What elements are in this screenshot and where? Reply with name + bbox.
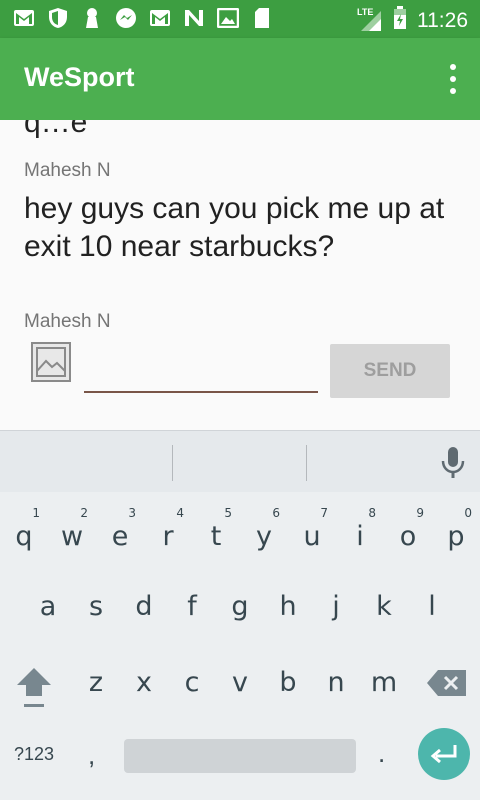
key-c[interactable]: c: [168, 658, 216, 708]
status-bar: LTE 11:26: [0, 0, 480, 38]
key-s[interactable]: s: [72, 582, 120, 632]
keyboard-suggestion-strip: [0, 430, 480, 494]
key-v[interactable]: v: [216, 658, 264, 708]
comma-key[interactable]: ,: [88, 740, 95, 771]
period-key[interactable]: .: [378, 738, 385, 769]
key-g[interactable]: g: [216, 582, 264, 632]
suggestion-divider: [172, 445, 173, 481]
n-app-icon: [182, 6, 206, 30]
key-p[interactable]: 0p: [432, 500, 480, 552]
key-d[interactable]: d: [120, 582, 168, 632]
key-r[interactable]: 4r: [144, 500, 192, 552]
key-i[interactable]: 8i: [336, 500, 384, 552]
key-a[interactable]: a: [24, 582, 72, 632]
message-text: hey guys can you pick me up at exit 10 n…: [24, 192, 445, 263]
key-j[interactable]: j: [312, 582, 360, 632]
key-q[interactable]: 1q: [0, 500, 48, 552]
lte-signal-icon: LTE: [357, 6, 383, 33]
key-o[interactable]: 9o: [384, 500, 432, 552]
attach-image-icon[interactable]: [30, 341, 72, 383]
overflow-menu-icon[interactable]: [448, 64, 458, 94]
key-y[interactable]: 6y: [240, 500, 288, 552]
suggestion-divider: [306, 445, 307, 481]
key-u[interactable]: 7u: [288, 500, 336, 552]
key-n[interactable]: n: [312, 658, 360, 708]
space-bar[interactable]: [124, 739, 356, 773]
shield-icon: [46, 6, 70, 30]
gmail-icon: [148, 6, 172, 30]
message-sender: Mahesh N: [24, 160, 111, 181]
key-k[interactable]: k: [360, 582, 408, 632]
shift-icon[interactable]: [14, 664, 54, 710]
gmail-icon: [12, 6, 36, 30]
chat-area[interactable]: q…e Mahesh N hey guys can you pick me up…: [0, 120, 480, 430]
battery-icon: [393, 6, 407, 35]
microphone-icon[interactable]: [440, 446, 466, 480]
key-z[interactable]: z: [72, 658, 120, 708]
key-f[interactable]: f: [168, 582, 216, 632]
message-input[interactable]: [84, 345, 318, 393]
keyboard: 1q 2w 3e 4r 5t 6y 7u 8i 9o 0p a s d f g …: [0, 492, 480, 800]
network-type: LTE: [357, 6, 374, 17]
app-title: WeSport: [24, 62, 135, 92]
key-l[interactable]: l: [408, 582, 456, 632]
backspace-icon[interactable]: [426, 668, 468, 698]
key-t[interactable]: 5t: [192, 500, 240, 552]
key-x[interactable]: x: [120, 658, 168, 708]
enter-icon: [430, 745, 457, 764]
key-b[interactable]: b: [264, 658, 312, 708]
key-m[interactable]: m: [360, 658, 408, 708]
key-e[interactable]: 3e: [96, 500, 144, 552]
send-button[interactable]: SEND: [330, 344, 450, 398]
enter-key[interactable]: [418, 728, 470, 780]
photo-icon: [216, 6, 240, 30]
status-right: LTE 11:26: [357, 6, 468, 35]
app-bar: WeSport: [0, 38, 480, 120]
sd-card-icon: [250, 6, 274, 30]
composer-sender: Mahesh N: [24, 311, 111, 332]
notification-icons: [12, 6, 274, 30]
messenger-icon: [114, 6, 138, 30]
clock: 11:26: [417, 8, 468, 32]
key-h[interactable]: h: [264, 582, 312, 632]
symbols-key[interactable]: ?123: [14, 744, 54, 765]
previous-message-fragment: q…e: [24, 120, 88, 139]
key-w[interactable]: 2w: [48, 500, 96, 552]
keyhole-icon: [80, 6, 104, 30]
